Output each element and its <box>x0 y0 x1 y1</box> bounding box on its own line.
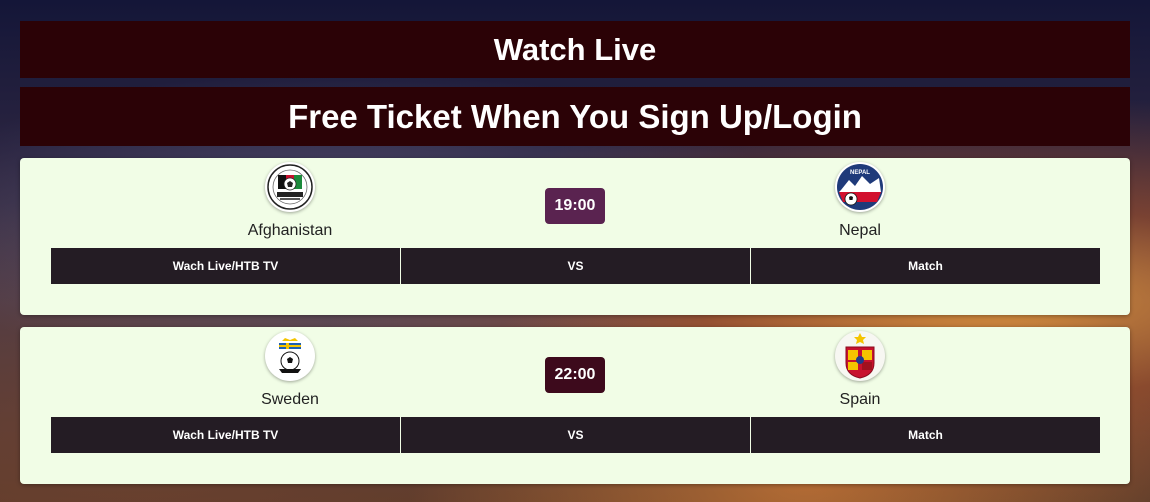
afghanistan-crest-icon <box>265 162 315 212</box>
away-team: NEPAL Nepal <box>760 162 960 240</box>
spain-crest-icon <box>835 331 885 381</box>
away-team-name: Spain <box>839 391 881 408</box>
away-team-name: Nepal <box>839 222 881 239</box>
away-team: Spain <box>760 331 960 409</box>
home-team: Afghanistan <box>190 162 390 240</box>
match-action-row: Wach Live/HTB TV VS Match <box>51 248 1100 284</box>
match-button[interactable]: Match <box>751 417 1100 453</box>
page-title: Watch Live <box>20 21 1130 78</box>
watch-live-button[interactable]: Wach Live/HTB TV <box>51 248 401 284</box>
svg-text:NEPAL: NEPAL <box>850 170 870 176</box>
watch-live-button[interactable]: Wach Live/HTB TV <box>51 417 401 453</box>
nepal-crest-icon: NEPAL <box>835 162 885 212</box>
home-team-name: Sweden <box>261 391 319 408</box>
match-time-badge: 19:00 <box>545 188 605 224</box>
match-time-badge: 22:00 <box>545 357 605 393</box>
sweden-crest-icon <box>265 331 315 381</box>
match-action-row: Wach Live/HTB TV VS Match <box>51 417 1100 453</box>
match-card: Sweden 22:00 Spain Wach Live/HTB TV VS M… <box>20 327 1130 484</box>
match-button[interactable]: Match <box>751 248 1100 284</box>
home-team-name: Afghanistan <box>247 222 333 239</box>
match-card: Afghanistan 19:00 NEPAL Nepal Wach Live/… <box>20 158 1130 315</box>
promo-banner[interactable]: Free Ticket When You Sign Up/Login <box>20 87 1130 146</box>
home-team: Sweden <box>190 331 390 409</box>
vs-button[interactable]: VS <box>401 417 751 453</box>
vs-button[interactable]: VS <box>401 248 751 284</box>
